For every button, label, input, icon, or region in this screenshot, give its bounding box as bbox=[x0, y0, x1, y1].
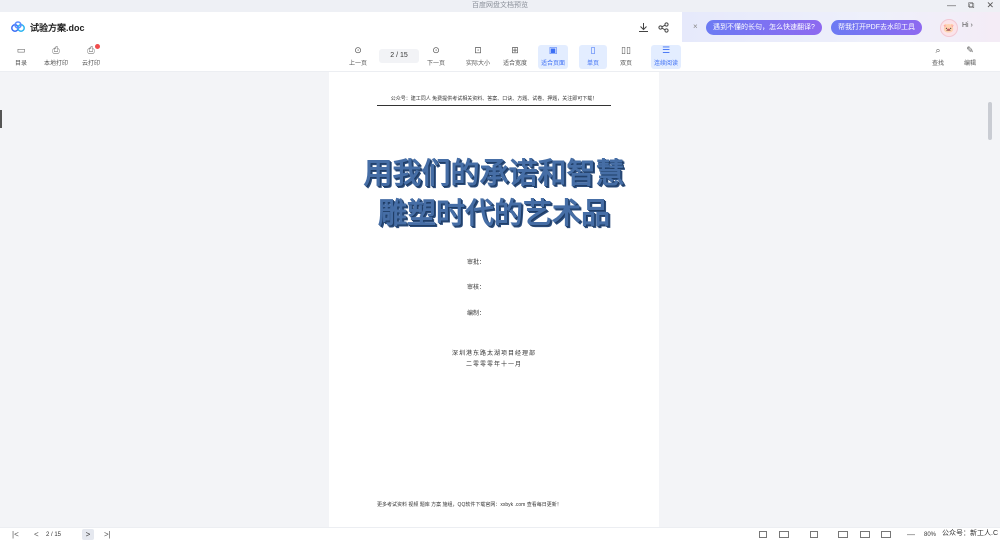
search-button[interactable]: ⌕ 查找 bbox=[923, 45, 953, 69]
single-page-button[interactable]: ▯ 单页 bbox=[579, 45, 607, 69]
approve-label: 审批： bbox=[467, 260, 486, 266]
watermark-text: 公众号：新工人.C bbox=[942, 530, 998, 537]
compile-label: 编制： bbox=[467, 311, 486, 317]
minimize-button[interactable]: — bbox=[947, 0, 956, 12]
fit-page-icon: ▣ bbox=[548, 45, 558, 55]
double-page-button[interactable]: ▯▯ 双页 bbox=[611, 45, 641, 69]
actual-size-button[interactable]: ⊡ 实际大小 bbox=[463, 45, 493, 69]
page-footer-text: 更多考试资料 视频 题库 方案 施组，QQ软件下载官网：xxbyk .com 查… bbox=[377, 502, 562, 508]
close-button[interactable]: ✕ bbox=[986, 0, 994, 12]
pen-icon: ✎ bbox=[966, 45, 974, 55]
arrow-down-circle-icon: ⊙ bbox=[432, 45, 440, 55]
fit-page-button[interactable]: ▣ 适合页面 bbox=[538, 45, 568, 69]
edit-button[interactable]: ✎ 编辑 bbox=[955, 45, 985, 69]
next-page-small-button[interactable]: > bbox=[82, 529, 94, 540]
organization-name: 深圳港东路太湖项目经理部 bbox=[451, 351, 536, 357]
document-name: 试验方案.doc bbox=[30, 23, 85, 33]
continuous-icon: ☰ bbox=[661, 45, 671, 55]
actual-size-icon: ⊡ bbox=[474, 45, 482, 55]
arrow-up-circle-icon: ⊙ bbox=[354, 45, 362, 55]
window-title-bar: 百度网盘文档预览 bbox=[0, 0, 1000, 12]
download-icon[interactable] bbox=[636, 20, 650, 34]
double-view-icon[interactable] bbox=[779, 531, 789, 538]
status-page-indicator[interactable]: 2 / 15 bbox=[46, 530, 61, 540]
double-page-icon: ▯▯ bbox=[621, 45, 631, 55]
search-icon: ⌕ bbox=[935, 45, 941, 55]
fit-width-button[interactable]: ⊞ 适合宽度 bbox=[500, 45, 530, 69]
prev-page-small-button[interactable]: < bbox=[34, 529, 39, 541]
share-icon[interactable] bbox=[656, 20, 670, 34]
translate-promo-button[interactable]: 遇到不懂的长句，怎么快速翻译? bbox=[706, 20, 822, 35]
vertical-scrollbar[interactable] bbox=[988, 102, 992, 140]
restore-button[interactable]: ⧉ bbox=[968, 0, 974, 12]
last-page-button[interactable]: >| bbox=[104, 529, 111, 541]
fit-width-icon: ⊞ bbox=[511, 45, 519, 55]
fit-width-small-icon[interactable] bbox=[860, 531, 870, 538]
next-page-button[interactable]: ⊙ 下一页 bbox=[421, 45, 451, 69]
first-page-button[interactable]: |< bbox=[12, 529, 19, 541]
window-controls: — ⧉ ✕ bbox=[947, 0, 994, 12]
sidebar-icon: ▭ bbox=[16, 45, 26, 55]
promo-close-button[interactable]: × bbox=[693, 22, 698, 31]
document-date: 二零零零年十一月 bbox=[465, 362, 522, 368]
title-line-2: 雕塑时代的艺术品 bbox=[377, 196, 610, 230]
notification-dot bbox=[95, 44, 100, 49]
review-label: 审核： bbox=[467, 285, 486, 291]
toc-button[interactable]: ▭ 目录 bbox=[6, 45, 36, 69]
fit-page-small-icon[interactable] bbox=[881, 531, 891, 538]
continuous-reading-button[interactable]: ☰ 连续阅读 bbox=[651, 45, 681, 69]
document-page: 公众号：建工同人 免费提供考试相关资料、答案、口诀、方题、试卷、押题，关注即可下… bbox=[329, 72, 659, 527]
assistant-avatar[interactable]: 🐷 bbox=[940, 19, 958, 37]
prev-page-button[interactable]: ⊙ 上一页 bbox=[343, 45, 373, 69]
cloud-print-button[interactable]: ⎙ 云打印 bbox=[76, 45, 106, 69]
title-line-1: 用我们的承诺和智慧 bbox=[363, 156, 625, 190]
zoom-out-button[interactable]: — bbox=[907, 529, 915, 541]
local-print-button[interactable]: ⎙ 本地打印 bbox=[41, 45, 71, 69]
zoom-level[interactable]: 80% bbox=[924, 530, 936, 540]
window-title: 百度网盘文档预览 bbox=[472, 2, 528, 9]
single-view-icon[interactable] bbox=[759, 531, 767, 538]
status-bar: |< < 2 / 15 > >| — 80% bbox=[0, 527, 1000, 541]
left-panel-handle[interactable] bbox=[0, 110, 2, 128]
scroll-view-icon[interactable] bbox=[810, 531, 818, 538]
promo-banner: × 遇到不懂的长句，怎么快速翻译? 帮我打开PDF去水印工具 🐷 Hi › bbox=[682, 12, 1000, 42]
single-page-icon: ▯ bbox=[590, 45, 596, 55]
printer-icon: ⎙ bbox=[52, 45, 60, 55]
watermark-tool-button[interactable]: 帮我打开PDF去水印工具 bbox=[831, 20, 922, 35]
assistant-greeting[interactable]: Hi › bbox=[962, 22, 973, 29]
page-header-text: 公众号：建工同人 免费提供考试相关资料、答案、口诀、方题、试卷、押题，关注即可下… bbox=[377, 95, 611, 106]
actual-size-small-icon[interactable] bbox=[838, 531, 848, 538]
cloud-printer-icon: ⎙ bbox=[87, 45, 95, 55]
cloud-logo-icon bbox=[11, 21, 25, 32]
page-indicator-input[interactable]: 2 / 15 bbox=[379, 49, 419, 63]
